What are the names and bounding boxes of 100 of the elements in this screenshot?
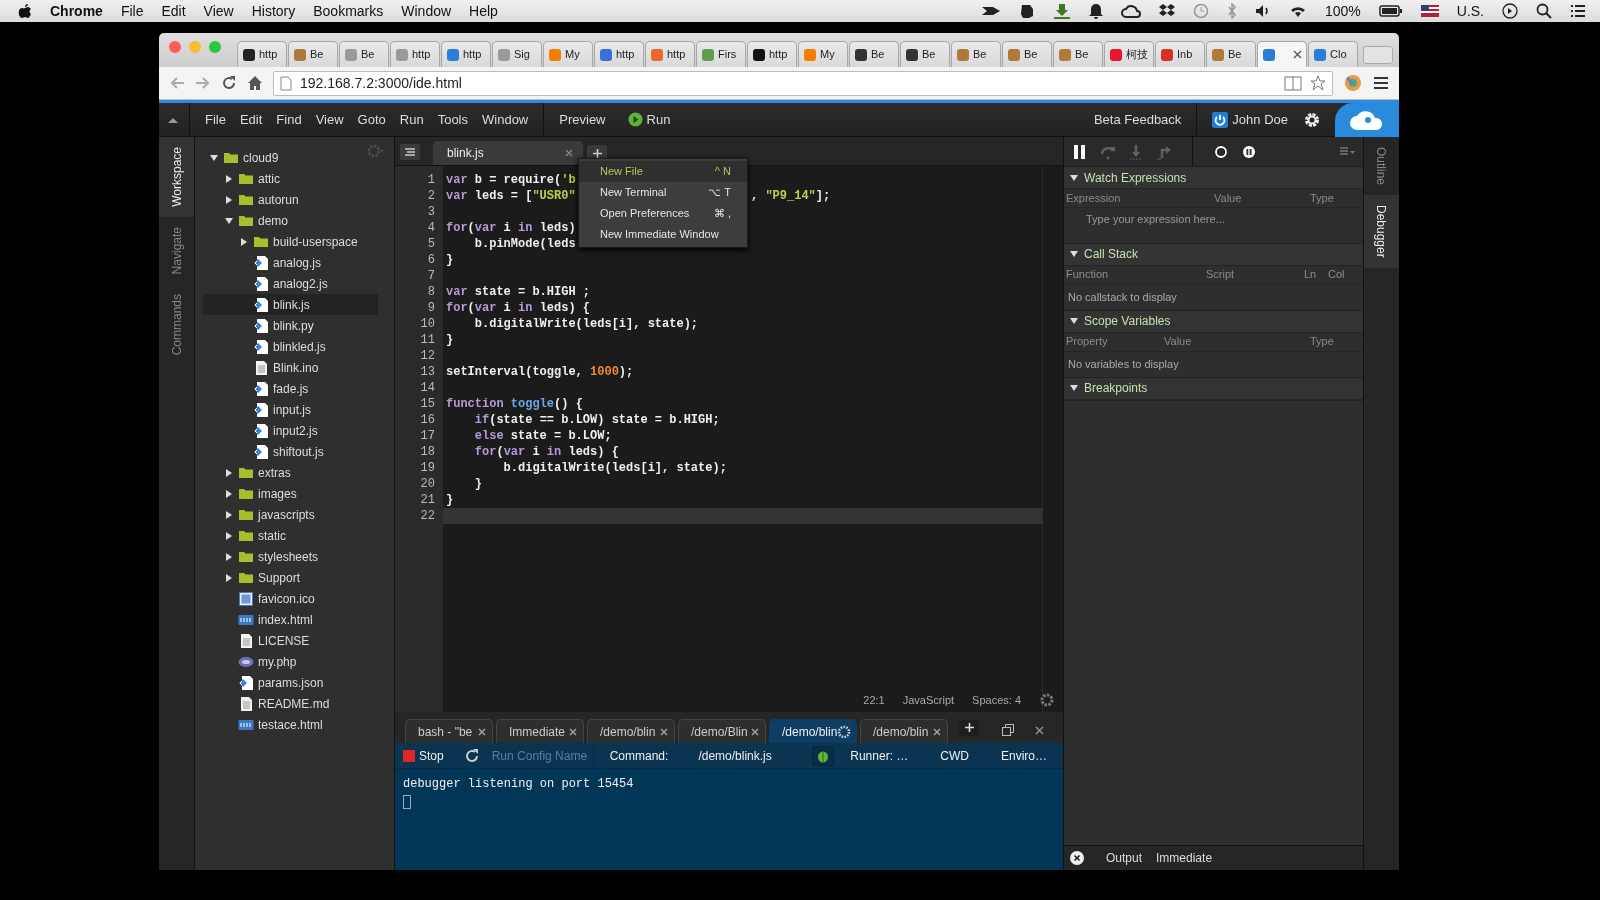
panel-tab[interactable]: Immediate xyxy=(1156,849,1213,867)
cwd-button[interactable]: CWD xyxy=(940,746,969,765)
reload-icon[interactable] xyxy=(221,75,237,91)
tree-item[interactable]: extras xyxy=(203,462,378,483)
media-icon[interactable] xyxy=(1502,3,1518,19)
tree-item[interactable]: blink.py xyxy=(203,315,378,336)
expand-arrow-icon[interactable] xyxy=(224,215,234,226)
run-button[interactable]: Run xyxy=(620,109,678,130)
section-header[interactable]: Scope Variables xyxy=(1064,310,1363,333)
flag-icon[interactable] xyxy=(1420,5,1439,17)
browser-tab[interactable]: Be xyxy=(339,41,389,67)
close-icon[interactable] xyxy=(478,727,486,736)
tree-item[interactable]: LICENSE xyxy=(203,630,378,651)
browser-tab[interactable]: Sig xyxy=(492,41,542,67)
browser-tab[interactable]: Be xyxy=(849,41,899,67)
menu-item[interactable]: View xyxy=(308,109,351,130)
panel-tab[interactable]: /demo/blin xyxy=(769,719,857,743)
panel-tab[interactable]: /demo/blin xyxy=(860,719,948,743)
menu-item[interactable]: Edit xyxy=(161,0,186,22)
feedback-link[interactable]: Beta Feedback xyxy=(1086,109,1189,130)
side-tab[interactable]: Outline xyxy=(1364,137,1399,196)
star-icon[interactable] xyxy=(1310,75,1326,91)
tree-item[interactable]: my.php xyxy=(203,651,378,672)
tree-item[interactable]: javascripts xyxy=(203,504,378,525)
menu-item[interactable]: Find xyxy=(269,109,309,130)
tree-item[interactable]: static xyxy=(203,525,378,546)
close-icon[interactable] xyxy=(569,727,577,736)
expand-arrow-icon[interactable] xyxy=(224,467,234,478)
browser-tab[interactable]: 柯技 xyxy=(1104,41,1154,67)
tree-item[interactable]: input2.js xyxy=(203,420,378,441)
menu-item[interactable]: View xyxy=(203,0,234,22)
close-icon[interactable] xyxy=(660,727,668,736)
home-icon[interactable] xyxy=(247,75,263,91)
tree-item[interactable]: attic xyxy=(203,168,378,189)
browser-tab[interactable]: Be xyxy=(1002,41,1052,67)
expand-arrow-icon[interactable] xyxy=(224,551,234,562)
panel-tab[interactable]: /demo/blin xyxy=(587,719,675,743)
browser-tab[interactable]: http xyxy=(237,41,287,67)
restore-icon[interactable] xyxy=(1002,724,1014,736)
battery-icon[interactable] xyxy=(1378,5,1403,17)
browser-tab[interactable]: http xyxy=(747,41,797,67)
browser-tab[interactable]: Be xyxy=(288,41,338,67)
pause-icon[interactable] xyxy=(1072,143,1088,160)
volume-icon[interactable] xyxy=(1254,4,1271,18)
tree-item[interactable]: Blink.ino xyxy=(203,357,378,378)
tree-item[interactable]: shiftout.js xyxy=(203,441,378,462)
menu-item[interactable]: Goto xyxy=(350,109,393,130)
browser-tab[interactable]: My xyxy=(798,41,848,67)
tree-item[interactable]: build-userspace xyxy=(203,231,378,252)
expand-arrow-icon[interactable] xyxy=(224,572,234,583)
app-menu[interactable]: Chrome xyxy=(50,0,103,22)
menu-item[interactable]: Edit xyxy=(232,109,270,130)
file-list-icon[interactable] xyxy=(399,143,421,161)
indent-setting[interactable]: Spaces: 4 xyxy=(972,691,1021,708)
download-icon[interactable] xyxy=(1052,3,1071,19)
tree-item[interactable]: analog.js xyxy=(203,252,378,273)
browser-tab[interactable]: My xyxy=(543,41,593,67)
expand-arrow-icon[interactable] xyxy=(209,152,219,163)
address-bar[interactable]: 192.168.7.2:3000/ide.html xyxy=(273,70,1333,96)
browser-tab[interactable]: Inb xyxy=(1155,41,1205,67)
stop-button[interactable]: Stop xyxy=(403,746,444,765)
search-icon[interactable] xyxy=(1536,3,1552,19)
tree-item[interactable]: Support xyxy=(203,567,378,588)
expand-arrow-icon[interactable] xyxy=(224,488,234,499)
runner-selector[interactable]: Runner: … xyxy=(850,746,909,765)
command-value[interactable]: /demo/blink.js xyxy=(698,746,772,765)
tree-item[interactable]: README.md xyxy=(203,693,378,714)
tree-item[interactable]: params.json xyxy=(203,672,378,693)
preview-button[interactable]: Preview xyxy=(552,109,613,130)
editor-tab[interactable]: blink.js xyxy=(433,141,583,165)
browser-tab[interactable]: http xyxy=(441,41,491,67)
pause-circle-icon[interactable] xyxy=(1241,143,1257,160)
side-tab[interactable]: Debugger xyxy=(1364,195,1399,268)
reader-icon[interactable] xyxy=(1284,75,1302,91)
user-menu[interactable]: John Doe xyxy=(1205,109,1295,130)
browser-tab[interactable] xyxy=(1257,41,1307,67)
menu-item[interactable]: Open Preferences ⌘ , xyxy=(579,203,747,224)
cloud-logo-icon[interactable] xyxy=(1349,108,1385,131)
apple-icon[interactable] xyxy=(18,3,32,19)
arrow-icon[interactable] xyxy=(980,4,1001,18)
debug-toggle[interactable] xyxy=(812,745,835,766)
menu-item[interactable]: New File ^ N xyxy=(579,161,747,182)
expand-arrow-icon[interactable] xyxy=(224,530,234,541)
bell-icon[interactable] xyxy=(1088,3,1103,19)
close-icon[interactable] xyxy=(751,727,759,736)
menu-item[interactable]: New Terminal ⌥ T xyxy=(579,182,747,203)
close-icon[interactable] xyxy=(1070,851,1084,865)
section-header[interactable]: Call Stack xyxy=(1064,243,1363,266)
menu-item[interactable]: Window xyxy=(475,109,536,130)
tree-item[interactable]: input.js xyxy=(203,399,378,420)
menu-item[interactable]: Run xyxy=(392,109,431,130)
panel-tab[interactable]: /demo/Blin xyxy=(678,719,766,743)
tree-item[interactable]: autorun xyxy=(203,189,378,210)
browser-tab[interactable]: Firs xyxy=(696,41,746,67)
run-config-field[interactable]: Run Config Name xyxy=(487,742,594,769)
panel-tab[interactable]: bash - "be xyxy=(405,719,493,743)
menu-item[interactable]: Tools xyxy=(430,109,475,130)
expand-arrow-icon[interactable] xyxy=(224,509,234,520)
restart-icon[interactable] xyxy=(463,747,480,764)
tree-item[interactable]: blink.js xyxy=(203,294,378,315)
